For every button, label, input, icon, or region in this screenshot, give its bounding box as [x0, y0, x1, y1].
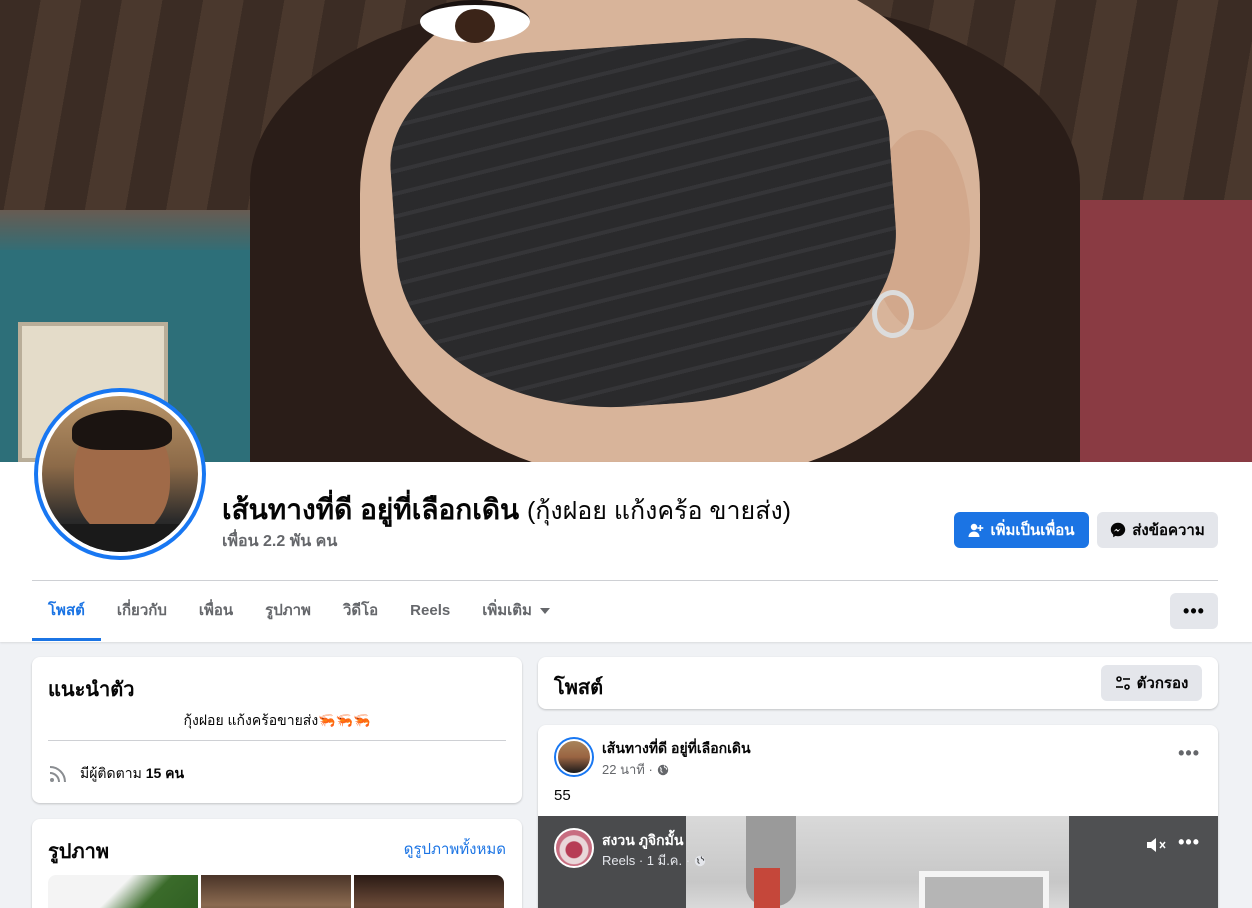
tab-photos[interactable]: รูปภาพ [249, 585, 327, 641]
tab-label: วิดีโอ [342, 602, 379, 619]
avatar-ring [38, 392, 202, 556]
tab-label: รูปภาพ [265, 602, 311, 619]
header-divider [32, 580, 1218, 581]
tab-label: เพิ่มเติม [482, 602, 532, 619]
globe-icon [657, 764, 669, 776]
post-card: เส้นทางที่ดี อยู่ที่เลือกเดิน 22 นาที · … [538, 725, 1218, 908]
add-friend-label: เพิ่มเป็นเพื่อน [990, 522, 1075, 539]
filter-icon [1115, 675, 1131, 691]
see-all-photos-link[interactable]: ดูรูปภาพทั้งหมด [404, 837, 506, 861]
cover-curtain [1052, 200, 1252, 462]
avatar-shirt [42, 524, 198, 552]
tab-more[interactable]: เพิ่มเติม [466, 585, 566, 641]
profile-name: เส้นทางที่ดี อยู่ที่เลือกเดิน (กุ้งฝอย แ… [222, 488, 791, 532]
avatar-image [42, 396, 198, 552]
globe-icon [694, 855, 706, 867]
tab-about[interactable]: เกี่ยวกับ [101, 585, 183, 641]
photos-card: รูปภาพ ดูรูปภาพทั้งหมด [32, 819, 522, 908]
intro-divider [48, 740, 506, 741]
photo-thumbnail[interactable] [354, 875, 504, 908]
tab-posts[interactable]: โพสต์ [32, 585, 101, 641]
more-options-button[interactable]: ••• [1170, 593, 1218, 629]
followers-row: มีผู้ติดตาม 15 คน [48, 763, 184, 785]
cover-eye-left [420, 0, 530, 43]
filter-label: ตัวกรอง [1136, 675, 1189, 692]
post-avatar-image [556, 739, 592, 775]
post-author-avatar[interactable] [554, 737, 594, 777]
message-label: ส่งข้อความ [1132, 522, 1205, 539]
tab-label: เพื่อน [198, 602, 234, 619]
profile-alt-name: (กุ้งฝอย แก้งคร้อ ขายส่ง) [526, 497, 791, 525]
profile-avatar[interactable] [34, 388, 206, 560]
tab-reels[interactable]: Reels [394, 585, 466, 641]
intro-title: แนะนำตัว [48, 679, 135, 701]
tab-label: เกี่ยวกับ [116, 602, 167, 619]
profile-tabs: โพสต์ เกี่ยวกับ เพื่อน รูปภาพ วิดีโอ Ree… [32, 585, 566, 641]
photo-thumbnail[interactable] [201, 875, 351, 908]
post-author-name[interactable]: เส้นทางที่ดี อยู่ที่เลือกเดิน [602, 738, 751, 760]
followers-count[interactable]: 15 คน [146, 765, 184, 781]
reel-window [919, 871, 1049, 908]
reel-meta: Reels · 1 มี.ค. · [602, 850, 706, 871]
followers-prefix: มีผู้ติดตาม [80, 765, 142, 781]
reel-author-name[interactable]: สงวน ภูจิกมั้น [602, 830, 683, 852]
profile-display-name: เส้นทางที่ดี อยู่ที่เลือกเดิน [222, 494, 520, 525]
filter-button[interactable]: ตัวกรอง [1101, 665, 1202, 701]
posts-title: โพสต์ [554, 677, 604, 699]
add-friend-button[interactable]: เพิ่มเป็นเพื่อน [954, 512, 1089, 548]
reel-video-frame[interactable] [686, 816, 1069, 908]
reel-more-options-button[interactable]: ••• [1178, 832, 1200, 853]
reel-meta-text[interactable]: Reels · 1 มี.ค. · [602, 850, 690, 871]
post-more-options-button[interactable]: ••• [1178, 743, 1200, 764]
friends-count-link[interactable]: เพื่อน 2.2 พัน คน [222, 529, 337, 554]
tab-label: โพสต์ [48, 602, 85, 619]
followers-text: มีผู้ติดตาม 15 คน [80, 763, 184, 785]
reel-blur-right [1069, 816, 1218, 908]
reel-author-avatar[interactable] [554, 828, 594, 868]
add-friend-icon [968, 522, 984, 538]
avatar-hair [72, 410, 172, 450]
reel-stripe [754, 868, 780, 908]
messenger-icon [1110, 522, 1126, 538]
intro-card: แนะนำตัว กุ้งฝอย แก้งคร้อขายส่ง🦐🦐🦐 มีผู้… [32, 657, 522, 803]
photo-thumbnail[interactable] [48, 875, 198, 908]
post-text: 55 [554, 787, 571, 804]
rss-icon [48, 764, 68, 784]
mute-icon[interactable] [1146, 836, 1168, 859]
shared-reel[interactable]: สงวน ภูจิกมั้น Reels · 1 มี.ค. · ••• [538, 816, 1218, 908]
posts-header-card: โพสต์ ตัวกรอง [538, 657, 1218, 709]
caret-down-icon [539, 608, 550, 615]
intro-bio: กุ้งฝอย แก้งคร้อขายส่ง🦐🦐🦐 [183, 712, 371, 728]
message-button[interactable]: ส่งข้อความ [1097, 512, 1218, 548]
tab-friends[interactable]: เพื่อน [183, 585, 249, 641]
tab-videos[interactable]: วิดีโอ [327, 585, 394, 641]
cover-photo[interactable] [0, 0, 1252, 462]
tab-label: Reels [410, 602, 451, 619]
photos-title[interactable]: รูปภาพ [48, 835, 109, 867]
post-time[interactable]: 22 นาที · [602, 759, 653, 780]
post-meta: 22 นาที · [602, 759, 669, 780]
